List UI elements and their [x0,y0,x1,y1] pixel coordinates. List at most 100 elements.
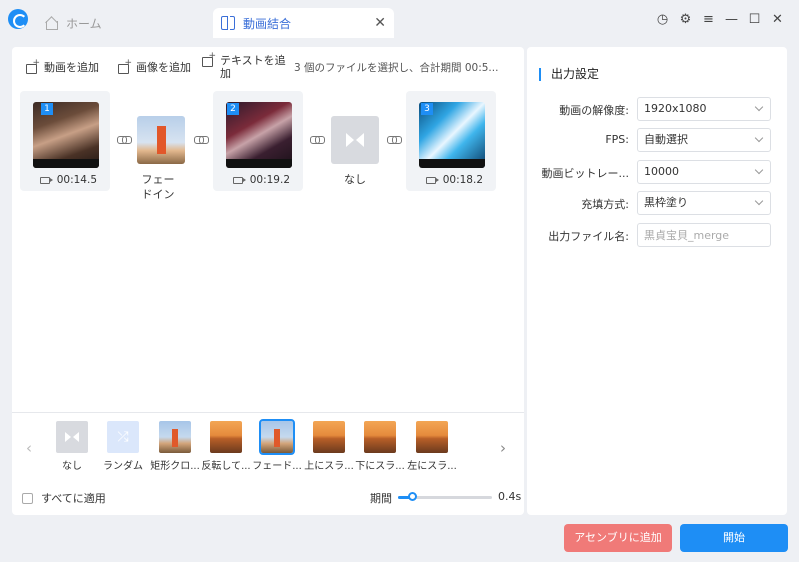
video-clip[interactable]: 1 00:14.5 [20,91,110,191]
tab-merge-label: 動画結合 [243,16,292,31]
chevron-down-icon [754,196,764,206]
video-clip[interactable]: 2 00:19.2 [213,91,303,191]
link-icon [310,136,325,144]
effect-thumbnail [259,419,295,455]
checkbox-icon[interactable] [22,492,33,504]
add-video-button[interactable]: 動画を追加 [26,58,102,74]
clip-index-badge: 1 [41,103,53,115]
resolution-select[interactable]: 1920x1080 [637,97,771,121]
apply-all-checkbox[interactable]: すべてに適用 [22,490,106,506]
menu-icon[interactable]: ≡ [697,10,720,28]
output-settings-title: 出力設定 [539,68,599,81]
filename-label: 出力ファイル名: [548,230,629,243]
chevron-down-icon [754,165,764,175]
clip-duration-row: 00:19.2 [213,174,303,186]
period-label: 期間 [370,492,392,505]
merge-workspace: 動画を追加 画像を追加 テキストを追加 3 個のファイルを選択し、合計期間 00… [12,47,524,515]
duration-controls: すべてに適用 期間 0.4s [12,487,524,507]
filename-row: 出力ファイル名: [527,223,787,247]
link-icon [117,136,132,144]
resolution-label: 動画の解像度: [559,104,629,117]
close-tab-icon[interactable]: ✕ [374,15,386,31]
effect-none[interactable]: なし [47,421,97,472]
effect-thumbnail [313,421,345,453]
selection-info: 3 個のファイルを選択し、合計期間 00:5... [294,61,499,74]
home-icon [44,16,58,30]
effect-label: 上にスラ... [304,461,354,472]
app-logo-icon [8,9,28,29]
resolution-row: 動画の解像度: 1920x1080 [527,97,787,121]
fill-mode-select[interactable]: 黒枠塗り [637,191,771,215]
add-text-icon [202,51,216,67]
minimize-icon[interactable]: — [720,10,743,28]
timeline: 1 00:14.5 フェードイン 2 00:19.2 なし 3 00:18.2 [12,91,524,211]
add-to-assembly-button[interactable]: アセンブリに追加 [564,524,672,552]
toolbar: 動画を追加 画像を追加 テキストを追加 3 個のファイルを選択し、合計期間 00… [12,47,524,87]
video-clip[interactable]: 3 00:18.2 [406,91,496,191]
period-slider-handle[interactable] [407,492,417,501]
chevron-down-icon [754,102,764,112]
effect-label: 反転して... [201,461,251,472]
clip-duration: 00:19.2 [249,174,290,186]
video-camera-icon [40,176,53,184]
link-icon [387,136,402,144]
fps-label: FPS: [605,133,629,146]
divider [12,412,524,413]
transition-item[interactable]: なし [330,116,380,187]
add-video-icon [26,58,40,74]
fps-select[interactable]: 自動選択 [637,128,771,152]
close-window-icon[interactable]: ✕ [766,10,789,28]
no-transition-icon [56,421,88,453]
bitrate-value: 10000 [644,165,679,178]
chevron-left-icon[interactable]: ‹ [26,439,32,457]
resolution-value: 1920x1080 [644,102,707,115]
no-transition-icon [331,116,379,164]
effect-thumbnail [364,421,396,453]
start-button[interactable]: 開始 [680,524,788,552]
chevron-down-icon [754,133,764,143]
add-text-label: テキストを追加 [220,54,286,80]
merge-icon [221,16,235,30]
transition-thumbnail [137,116,185,164]
effect-label: ランダム [103,461,143,472]
apply-all-label: すべてに適用 [41,492,106,505]
effect-slide-left[interactable]: 左にスラ... [407,421,457,472]
effect-thumbnail [416,421,448,453]
period-value: 0.4s [498,490,522,503]
video-camera-icon [426,176,439,184]
gear-icon[interactable]: ⚙ [674,10,697,28]
bitrate-label: 動画ビットレー... [541,167,630,180]
fps-value: 自動選択 [644,133,688,146]
effect-label: 矩形クロ... [150,461,200,472]
fps-row: FPS: 自動選択 [527,128,787,152]
filename-input[interactable] [637,223,771,247]
clip-duration: 00:18.2 [442,174,483,186]
bitrate-select[interactable]: 10000 [637,160,771,184]
effect-random[interactable]: ⤮ ランダム [98,421,148,472]
fill-mode-value: 黒枠塗り [644,196,688,209]
chevron-right-icon[interactable]: › [500,439,506,457]
tab-home[interactable]: ホーム [36,8,206,38]
link-icon [194,136,209,144]
effect-thumbnail [210,421,242,453]
add-image-label: 画像を追加 [136,60,191,74]
effect-flip[interactable]: 反転して... [201,421,251,472]
shuffle-icon: ⤮ [107,421,139,453]
fill-mode-row: 充填方式: 黒枠塗り [527,191,787,215]
clip-duration-row: 00:14.5 [20,174,110,186]
add-text-button[interactable]: テキストを追加 [202,51,290,80]
effect-rect-cross[interactable]: 矩形クロ... [150,421,200,472]
add-image-button[interactable]: 画像を追加 [118,58,194,74]
effect-fade[interactable]: フェード... [252,419,302,472]
effect-slide-down[interactable]: 下にスラ... [355,421,405,472]
transition-item[interactable]: フェードイン [136,116,186,202]
window-controls: ◷ ⚙ ≡ — ☐ ✕ [651,10,789,28]
history-icon[interactable]: ◷ [651,10,674,28]
transition-effects-strip: ‹ なし ⤮ ランダム 矩形クロ... 反転して... フェード... 上にスラ… [12,419,524,481]
effect-label: なし [62,461,82,472]
tab-video-merge[interactable]: 動画結合 ✕ [213,8,394,38]
effect-label: フェード... [252,461,302,472]
maximize-icon[interactable]: ☐ [743,10,766,28]
add-video-label: 動画を追加 [44,60,99,74]
effect-slide-up[interactable]: 上にスラ... [304,421,354,472]
